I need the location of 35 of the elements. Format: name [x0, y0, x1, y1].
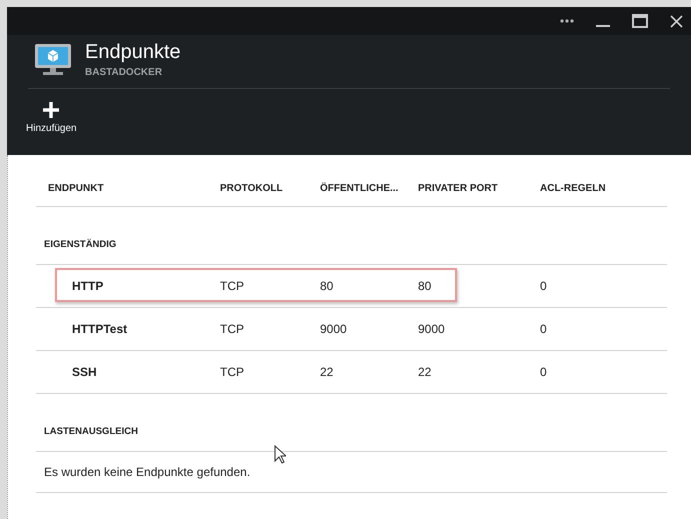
table-cell-text: TCP: [220, 364, 244, 381]
maximize-icon[interactable]: [632, 14, 648, 28]
monitor-icon: [35, 44, 71, 76]
empty-message: Es wurden keine Endpunkte gefunden.: [44, 464, 250, 481]
more-icon[interactable]: [560, 19, 574, 23]
column-header[interactable]: ÖFFENTLICHE...: [320, 181, 398, 196]
table-cell-text: TCP: [220, 321, 244, 338]
table-cell-text: 0: [540, 364, 547, 381]
table-cell-text: 0: [540, 278, 547, 295]
column-header[interactable]: PRIVATER PORT: [418, 181, 498, 196]
table-cell-text: 0: [540, 321, 547, 338]
column-header[interactable]: ACL-REGELN: [540, 181, 606, 196]
group-header: EIGENSTÄNDIG: [44, 238, 116, 252]
column-header[interactable]: ENDPUNKT: [48, 181, 104, 196]
table-cell-text: 9000: [320, 321, 347, 338]
table-cell-text: TCP: [220, 278, 244, 295]
mouse-cursor-icon: [274, 445, 286, 464]
table-row[interactable]: HTTPTest TCP 9000 9000 0: [36, 308, 667, 351]
plus-icon: [42, 101, 60, 119]
table-cell-text: 22: [320, 364, 334, 381]
window-title: Endpunkte: [85, 40, 181, 65]
table-row[interactable]: SSH TCP 22 22 0: [36, 351, 667, 394]
close-icon[interactable]: [670, 14, 683, 28]
table-row[interactable]: HTTP TCP 80 80 0: [36, 265, 667, 308]
table-cell-text: 80: [418, 278, 432, 295]
window-subtitle: BASTADOCKER: [85, 66, 164, 80]
add-button[interactable]: Hinzufügen: [26, 101, 77, 136]
table-cell-text: SSH: [72, 364, 97, 381]
table-cell-text: HTTP: [72, 278, 104, 295]
table-cell-text: HTTPTest: [72, 321, 128, 338]
group-header: LASTENAUSGLEICH: [44, 424, 138, 439]
table-cell-text: 22: [418, 364, 432, 381]
column-header[interactable]: PROTOKOLL: [220, 181, 283, 196]
table-cell-text: 80: [320, 278, 334, 295]
table-cell-text: 9000: [418, 321, 445, 338]
